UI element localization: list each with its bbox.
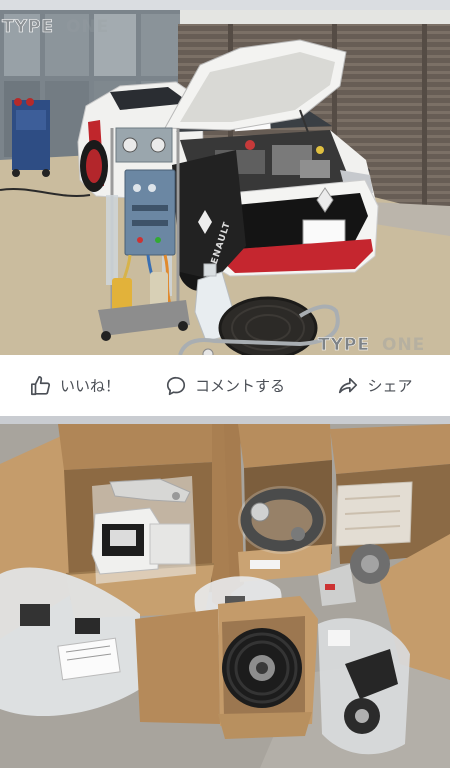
post-photo[interactable]: RENAULT TYPE ONE TYPE ONE [0, 10, 450, 355]
car-maintenance-photo: RENAULT TYPE ONE TYPE ONE [0, 10, 450, 355]
comment-button[interactable]: コメントする [150, 355, 300, 416]
blue-service-machine [12, 98, 50, 177]
thumbs-up-icon [30, 375, 52, 397]
timing-belt [238, 486, 326, 554]
comment-icon [165, 375, 187, 397]
post-action-bar: いいね！ コメントする シェア [0, 355, 450, 416]
car-parts-photo [0, 424, 450, 768]
watermark-word-1: TYPE [2, 17, 54, 37]
bagged-parts-right [318, 618, 410, 755]
water-pump-box [335, 481, 413, 547]
top-divider [0, 0, 450, 10]
watermark-word-2: ONE [382, 335, 425, 355]
share-icon [337, 375, 359, 397]
part-label [57, 637, 121, 681]
share-label: シェア [367, 377, 413, 395]
engine-mount-part [91, 476, 196, 584]
news-feed: RENAULT TYPE ONE TYPE ONE いいね！ コメントする シェ… [0, 0, 450, 768]
watermark-word-2: ONE [66, 17, 109, 37]
like-button[interactable]: いいね！ [0, 355, 150, 416]
post-separator [0, 416, 450, 424]
share-button[interactable]: シェア [300, 355, 450, 416]
watermark-word-1: TYPE [318, 335, 370, 355]
license-plate [302, 219, 346, 245]
manhole-cover [218, 296, 318, 355]
crankshaft-pulley [222, 628, 302, 708]
sky [180, 10, 450, 26]
part-label [328, 630, 350, 646]
next-post-photo[interactable] [0, 424, 450, 768]
like-label: いいね！ [59, 377, 120, 395]
comment-label: コメントする [194, 377, 285, 395]
